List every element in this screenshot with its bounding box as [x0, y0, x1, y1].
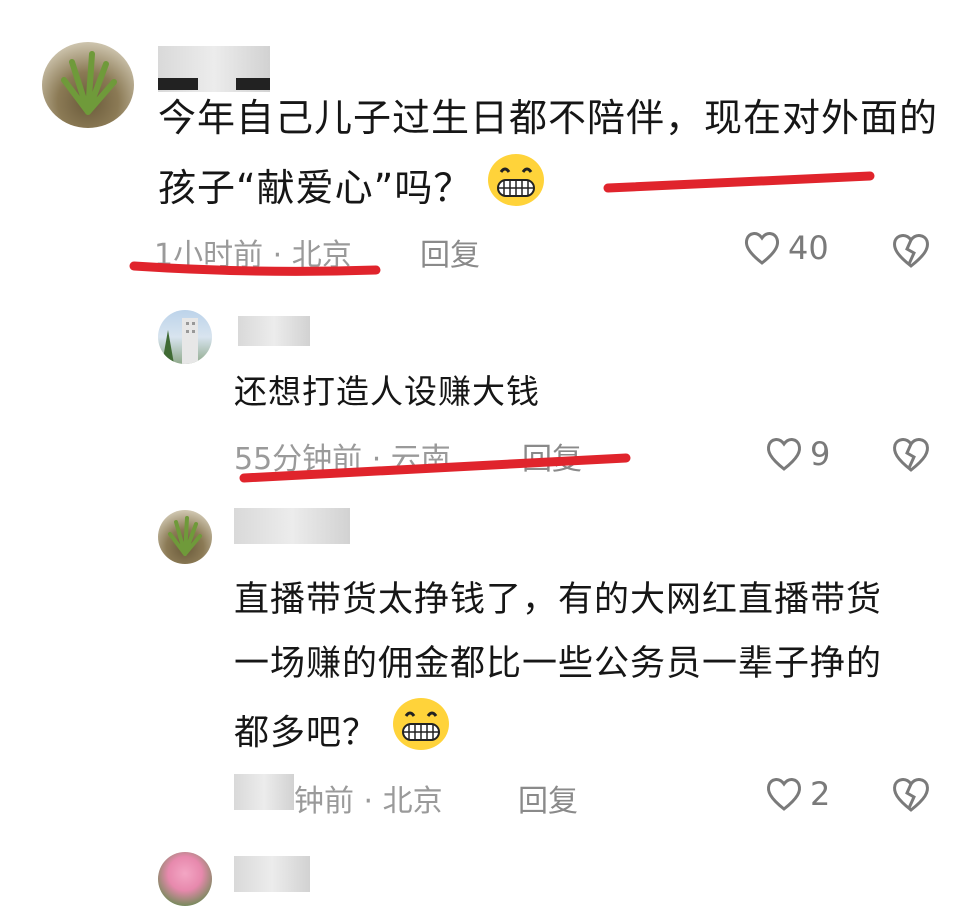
avatar[interactable] — [158, 310, 212, 364]
username-blurred — [234, 856, 310, 892]
reply-text: 还想打造人设赚大钱 — [234, 372, 540, 411]
comment-time-location: 1小时前 · 北京 — [154, 238, 352, 273]
reply-button[interactable]: 回复 — [522, 434, 582, 478]
avatar[interactable] — [158, 510, 212, 564]
username-blurred — [238, 316, 310, 346]
reply-button[interactable]: 回复 — [518, 776, 578, 820]
dislike-button[interactable] — [890, 230, 932, 274]
comment-text: 今年自己儿子过生日都不陪伴，现在对外面的 孩子“献爱心”吗？ — [158, 84, 948, 229]
avatar[interactable] — [42, 42, 134, 128]
comment-time-location: 55分钟前 · 云南 — [234, 442, 451, 477]
like-count: 40 — [788, 229, 829, 267]
like-count: 9 — [810, 435, 831, 473]
broken-heart-icon — [893, 438, 929, 472]
like-button[interactable]: 2 — [764, 774, 830, 814]
username-blurred — [234, 508, 350, 544]
reply-text: 直播带货太挣钱了，有的大网红直播带货 一场赚的佣金都比一些公务员一辈子挣的 都多… — [234, 568, 944, 773]
dislike-button[interactable] — [890, 774, 932, 818]
like-button[interactable]: 40 — [742, 228, 829, 268]
time-blurred — [234, 774, 294, 810]
building-avatar-image — [162, 318, 198, 364]
heart-outline-icon — [766, 778, 802, 811]
broken-heart-icon — [893, 234, 929, 268]
grinning-emoji — [485, 152, 547, 229]
plant-avatar-image — [168, 516, 202, 556]
comment-time-location: 钟前 · 北京 — [294, 784, 443, 819]
like-button[interactable]: 9 — [764, 434, 830, 474]
heart-outline-icon — [766, 438, 802, 471]
like-count: 2 — [810, 775, 831, 813]
dislike-button[interactable] — [890, 434, 932, 478]
avatar[interactable] — [158, 852, 212, 906]
broken-heart-icon — [893, 778, 929, 812]
plant-avatar-image — [61, 51, 117, 115]
reply-button[interactable]: 回复 — [420, 230, 480, 274]
grinning-emoji — [390, 696, 452, 773]
heart-outline-icon — [744, 232, 780, 265]
